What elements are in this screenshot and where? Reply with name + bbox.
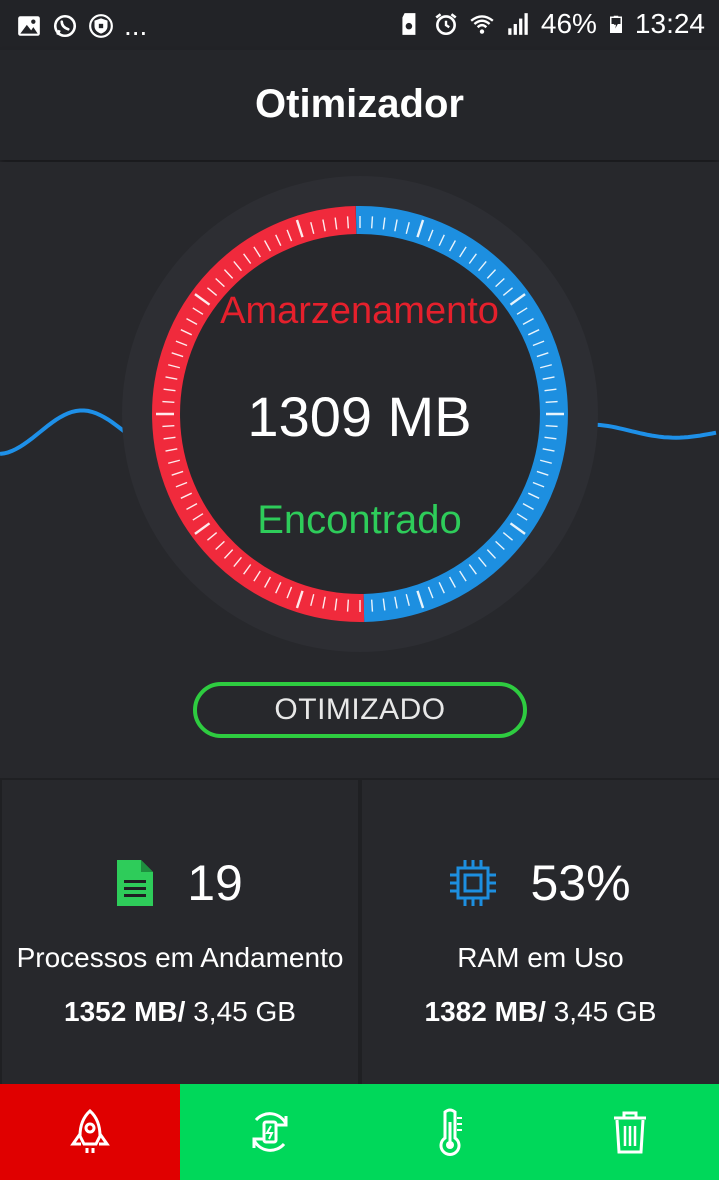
gauge-panel: Amarzenamento 1309 MB Encontrado OTIMIZA… xyxy=(0,162,719,778)
status-bar: ... 46% 13:24 xyxy=(0,0,719,50)
page-title: Otimizador xyxy=(255,82,464,126)
gauge-tick xyxy=(346,599,350,612)
processes-memory-used: 1352 MB/ xyxy=(64,996,186,1027)
found-label: Encontrado xyxy=(257,498,462,542)
optimize-button[interactable]: OTIMIZADO xyxy=(193,682,527,738)
rocket-icon xyxy=(70,1108,110,1153)
status-right-group: 46% 13:24 xyxy=(397,8,705,40)
whatsapp-icon xyxy=(53,14,77,38)
nav-item-cleaner[interactable] xyxy=(540,1084,719,1180)
stats-panel: 19 Processos em Andamento 1352 MB/ 3,45 … xyxy=(0,778,719,1084)
app-bar: Otimizador xyxy=(0,50,719,160)
processes-title: Processos em Andamento xyxy=(16,942,344,973)
status-left-group: ... xyxy=(16,10,147,42)
gauge-tick xyxy=(370,216,374,229)
ram-memory-used: 1382 MB/ xyxy=(424,996,546,1027)
ram-title: RAM em Uso xyxy=(457,942,624,973)
found-size-value: 1309 MB xyxy=(247,385,472,448)
battery-charging-icon xyxy=(609,15,622,33)
nav-item-optimizer[interactable] xyxy=(0,1084,180,1180)
nav-item-temperature[interactable] xyxy=(360,1084,540,1180)
ram-memory: 1382 MB/ 3,45 GB xyxy=(362,996,719,1028)
battery-cycle-icon xyxy=(252,1112,288,1152)
ram-card[interactable]: 53% RAM em Uso 1382 MB/ 3,45 GB xyxy=(362,780,719,1084)
document-icon xyxy=(117,860,154,906)
ram-memory-total: 3,45 GB xyxy=(553,996,657,1027)
ram-percent: 53% xyxy=(530,855,631,911)
processes-count: 19 xyxy=(187,855,243,911)
status-time: 13:24 xyxy=(634,8,705,39)
bottom-nav xyxy=(0,1084,719,1180)
nav-item-battery[interactable] xyxy=(180,1084,360,1180)
battery-percent: 46% xyxy=(540,8,597,39)
storage-label: Amarzenamento xyxy=(220,290,499,332)
trash-icon xyxy=(613,1111,646,1154)
processes-memory-total: 3,45 GB xyxy=(193,996,296,1027)
wifi-icon xyxy=(470,15,494,34)
processes-head: 19 xyxy=(2,854,358,912)
optimize-button-label: OTIMIZADO xyxy=(274,693,446,726)
sd-card-icon xyxy=(402,13,416,35)
processes-card[interactable]: 19 Processos em Andamento 1352 MB/ 3,45 … xyxy=(2,780,358,1084)
gauge-tick xyxy=(370,599,374,612)
alarm-icon xyxy=(435,13,457,36)
gallery-icon xyxy=(18,16,40,36)
thermometer-icon xyxy=(439,1108,462,1156)
signal-icon xyxy=(508,13,528,35)
ram-head: 53% xyxy=(362,854,719,912)
gauge-tick xyxy=(346,216,350,229)
status-overflow: ... xyxy=(124,10,148,41)
cpu-chip-icon xyxy=(450,860,497,906)
processes-memory: 1352 MB/ 3,45 GB xyxy=(2,996,358,1028)
vpn-shield-icon xyxy=(89,14,113,38)
